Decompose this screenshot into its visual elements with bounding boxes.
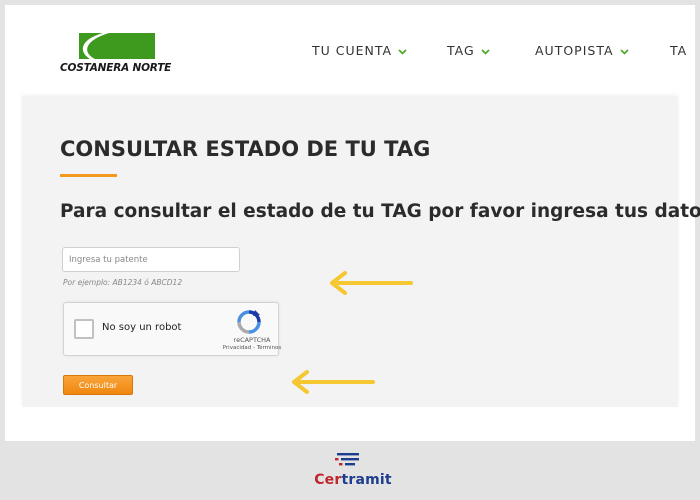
page-subtitle: Para consultar el estado de tu TAG por f… xyxy=(60,201,700,222)
nav-item-label: TA xyxy=(670,43,688,58)
page-title: CONSULTAR ESTADO DE TU TAG xyxy=(60,137,431,161)
certramit-wordmark: Certramit xyxy=(308,472,398,488)
nav-item-tag[interactable]: TAG xyxy=(447,43,490,58)
main-content: CONSULTAR ESTADO DE TU TAG Para consulta… xyxy=(22,97,700,407)
nav-item-label: AUTOPISTA xyxy=(535,43,614,58)
certramit-logo: Certramit xyxy=(308,452,398,494)
consultar-button[interactable]: Consultar xyxy=(63,375,133,395)
nav-item-truncated[interactable]: TA xyxy=(670,43,687,58)
site-header: COSTANERA NORTE TU CUENTA TAG AUTOPISTA … xyxy=(5,5,695,97)
recaptcha-label: No soy un robot xyxy=(102,322,182,333)
certramit-logo-icon xyxy=(335,452,363,468)
certramit-word-part1: Cer xyxy=(314,472,342,488)
plate-hint: Por ejemplo: AB1234 ó ABCD12 xyxy=(63,278,183,287)
page-card: COSTANERA NORTE TU CUENTA TAG AUTOPISTA … xyxy=(5,5,700,441)
nav-item-autopista[interactable]: AUTOPISTA xyxy=(535,43,629,58)
recaptcha-widget: No soy un robot reCAPTCHA Privacidad - T… xyxy=(63,302,281,356)
certramit-word-part2: tramit xyxy=(341,472,392,488)
recaptcha-brand: reCAPTCHA xyxy=(233,336,271,344)
arrow-left-icon xyxy=(327,270,413,300)
chevron-down-icon xyxy=(398,47,407,58)
nav-item-label: TAG xyxy=(447,43,475,58)
title-underline xyxy=(60,174,117,177)
main-nav: TU CUENTA TAG AUTOPISTA TA xyxy=(5,5,695,97)
chevron-down-icon xyxy=(619,47,629,58)
recaptcha-icon xyxy=(236,309,262,335)
nav-item-tu-cuenta[interactable]: TU CUENTA xyxy=(312,43,407,58)
nav-item-label: TU CUENTA xyxy=(312,43,393,58)
plate-input[interactable] xyxy=(62,247,240,272)
arrow-left-icon xyxy=(289,369,375,399)
chevron-down-icon xyxy=(481,47,490,58)
recaptcha-checkbox[interactable] xyxy=(74,319,94,339)
recaptcha-links[interactable]: Privacidad - Términos xyxy=(206,345,298,351)
